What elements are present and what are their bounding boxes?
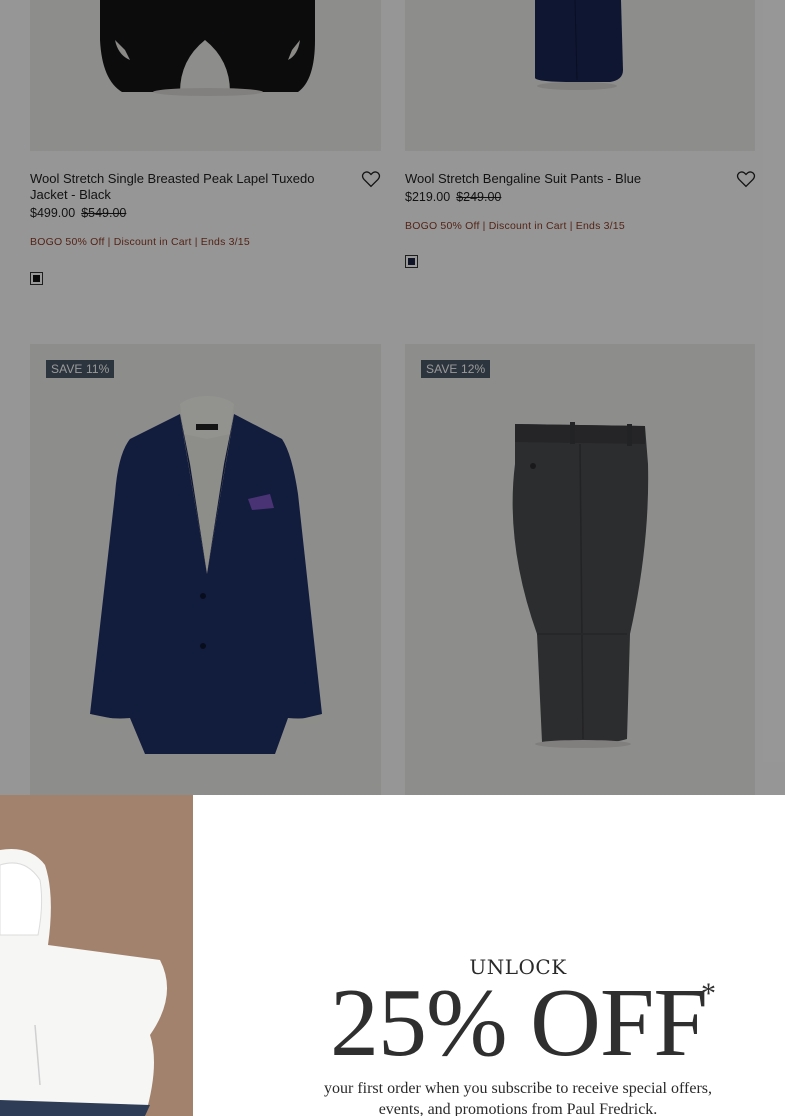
modal-headline: 25% OFF <box>330 969 708 1077</box>
signup-modal: UNLOCK 25% OFF * your first order when y… <box>0 795 785 1116</box>
modal-image-white-shirt <box>0 795 193 1116</box>
modal-asterisk: * <box>701 977 716 1010</box>
modal-subtext: your first order when you subscribe to r… <box>323 1080 712 1116</box>
